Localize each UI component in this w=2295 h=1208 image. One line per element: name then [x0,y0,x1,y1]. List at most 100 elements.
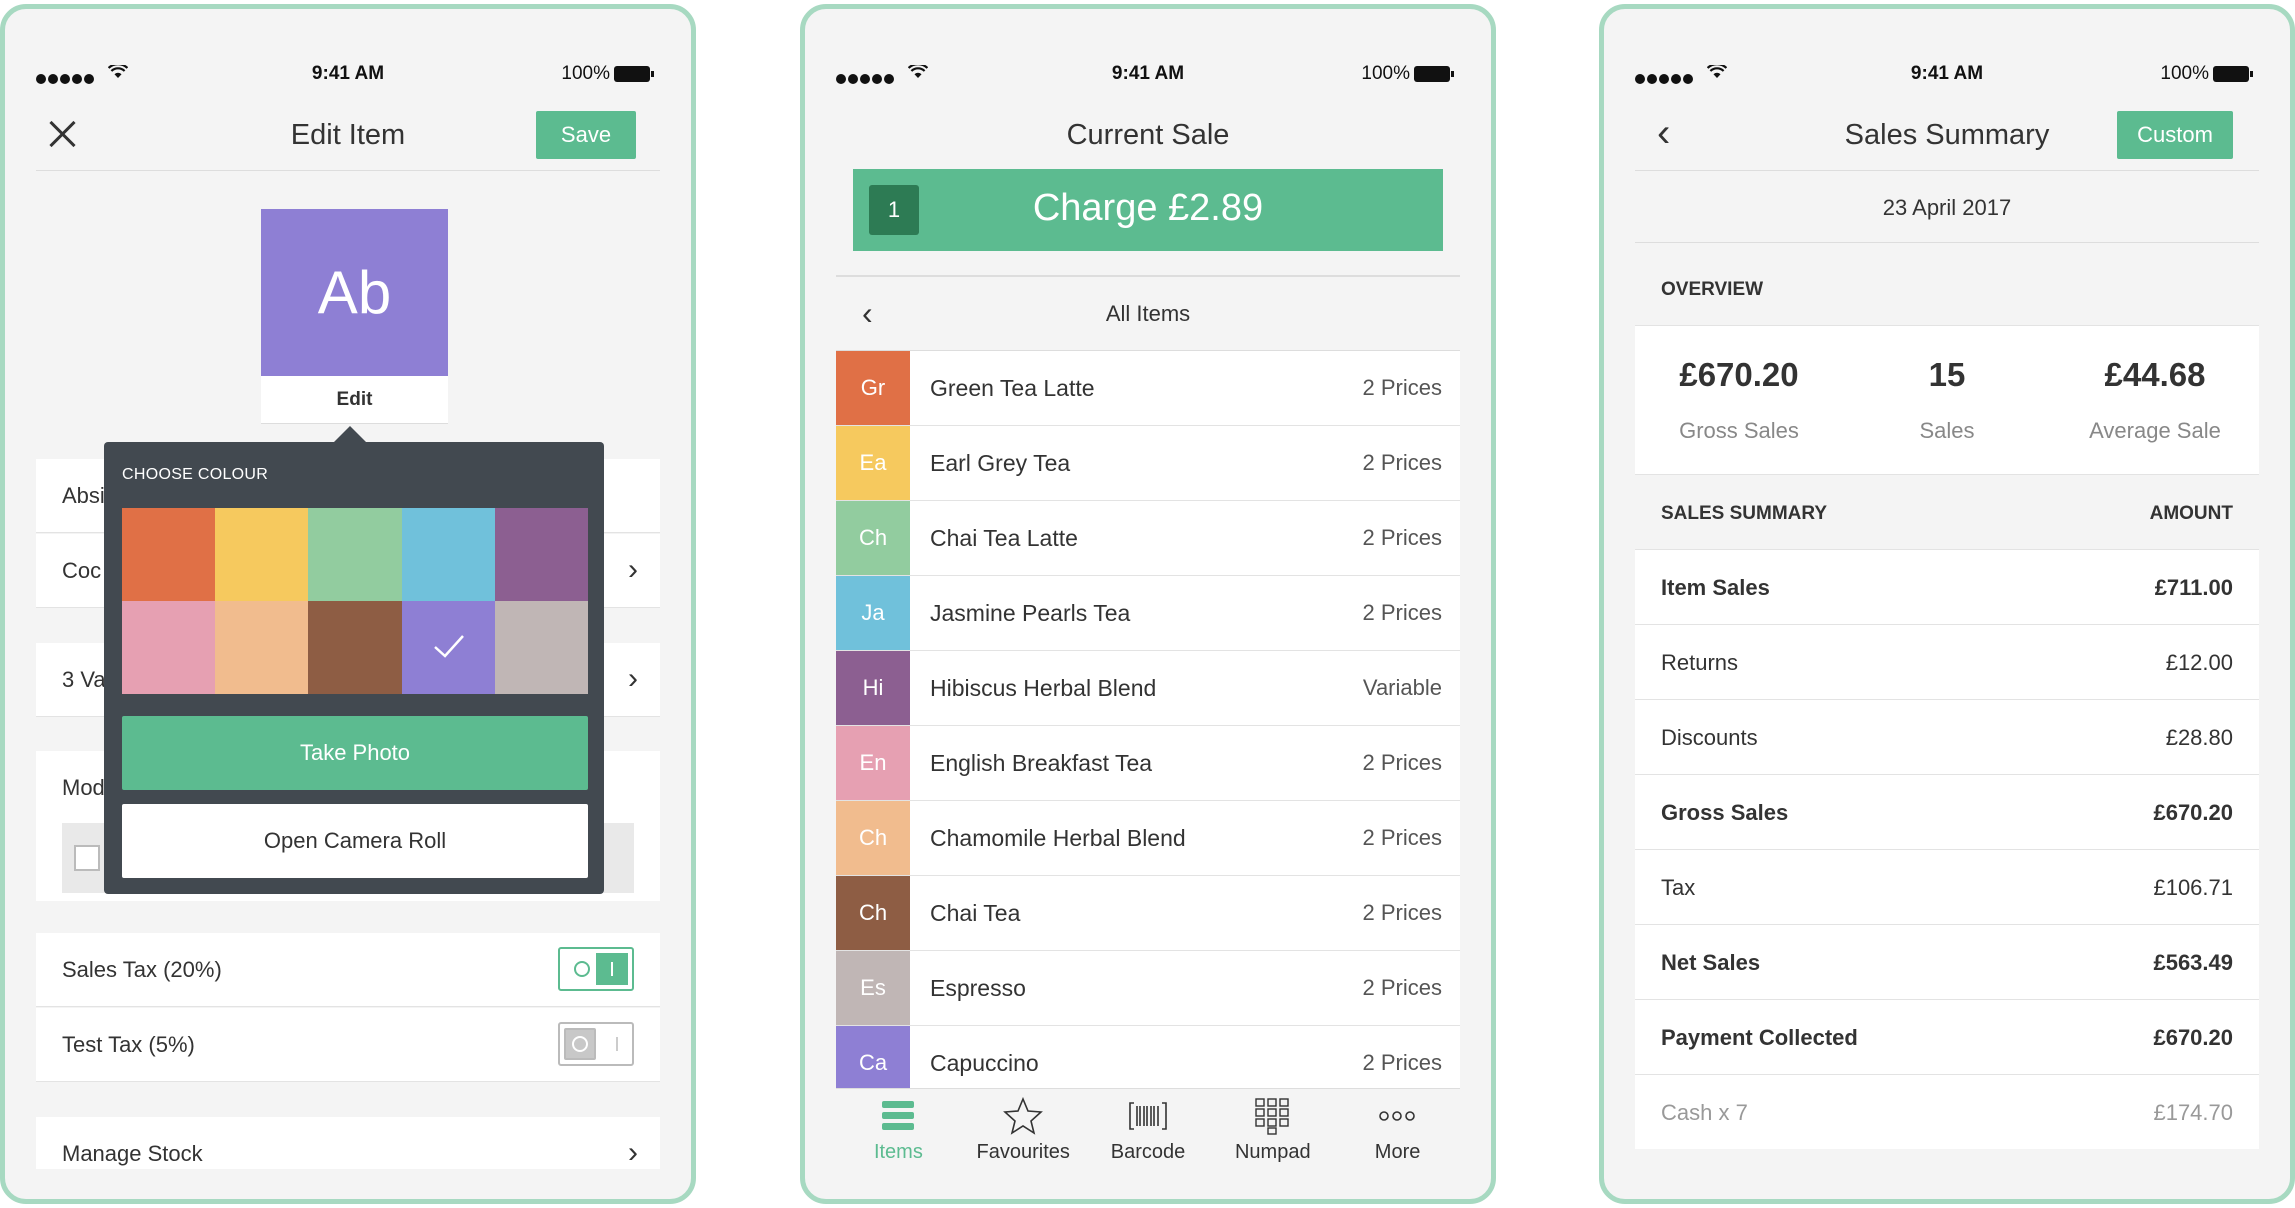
item-price: 2 Prices [1362,450,1442,475]
page-title: Current Sale [1066,119,1230,151]
colour-swatch[interactable] [401,601,495,694]
barcode-icon [1128,1097,1168,1135]
average-sale-stat: £44.68 Average Sale [2051,326,2259,476]
open-camera-roll-button[interactable]: Open Camera Roll [122,804,588,878]
colour-swatch[interactable] [215,508,309,601]
tab-favourites[interactable]: Favourites [961,1089,1086,1169]
test-tax-toggle[interactable] [558,1022,634,1066]
item-name: Chai Tea Latte [930,525,1078,551]
stat-label: Sales [1919,418,1975,443]
stat-value: £670.20 [1679,356,1799,393]
take-photo-button[interactable]: Take Photo [122,716,588,790]
overview-panel: £670.20 Gross Sales 15 Sales £44.68 Aver… [1635,325,2259,475]
items-list: Gr Green Tea Latte 2 Prices Ea Earl Grey Tea… [836,351,1460,1088]
sales-tax-toggle[interactable] [558,947,634,991]
status-bar: 9:41 AM 100% [836,61,1460,93]
table-row: Cash x 7 £174.70 [1635,1074,2259,1149]
items-stack-icon [878,1097,918,1135]
item-name: English Breakfast Tea [930,750,1153,776]
gross-sales-stat: £670.20 Gross Sales [1635,326,1843,476]
category-value: Coc [62,558,102,583]
colour-swatch[interactable] [122,601,216,694]
chevron-right-icon: › [628,553,638,586]
tab-label: Favourites [976,1141,1070,1163]
star-icon [1002,1096,1043,1135]
item-name: Chai Tea [930,900,1021,926]
summary-amount: £670.20 [2153,1025,2233,1050]
summary-amount: £12.00 [2165,650,2233,675]
colour-swatch[interactable] [122,508,216,601]
item-name: Hibiscus Herbal Blend [930,675,1157,701]
tab-more[interactable]: More [1335,1089,1460,1169]
item-name: Capuccino [930,1050,1039,1076]
current-sale-screen: 9:41 AM 100% Current Sale 1 Charge £2.89… [836,49,1460,1169]
item-price: 2 Prices [1362,600,1442,625]
phone-sales-summary: 9:41 AM 100% ‹ Sales Summary Custom 23 A… [1599,4,2295,1204]
tab-numpad[interactable]: Numpad [1210,1089,1335,1169]
colour-swatch[interactable] [215,601,309,694]
list-item[interactable]: Ea Earl Grey Tea 2 Prices [836,426,1460,501]
stat-value: £44.68 [2104,356,2206,393]
colour-swatch[interactable] [308,508,402,601]
list-item[interactable]: Ch Chai Tea Latte 2 Prices [836,501,1460,576]
item-image-tile[interactable]: Ab [261,209,448,376]
summary-amount: £174.70 [2153,1100,2233,1125]
item-price: 2 Prices [1362,825,1442,850]
item-abbr-tile: Ea [836,426,910,500]
colour-swatch[interactable] [401,508,495,601]
list-item[interactable]: Gr Green Tea Latte 2 Prices [836,351,1460,426]
tab-items[interactable]: Items [836,1089,961,1169]
edit-item-navbar: Edit Item Save [36,101,660,171]
tab-label: Barcode [1110,1141,1186,1163]
date-selector[interactable]: 23 April 2017 [1635,173,2259,243]
item-name: Green Tea Latte [930,375,1095,401]
list-item[interactable]: Hi Hibiscus Herbal Blend Variable [836,651,1460,726]
colour-swatch-grid [122,508,588,694]
popover-title: CHOOSE COLOUR [122,466,269,483]
summary-amount: £670.20 [2153,800,2233,825]
tab-label: Items [873,1141,923,1163]
list-item[interactable]: Es Espresso 2 Prices [836,951,1460,1026]
sales-tax-label: Sales Tax (20%) [62,957,222,982]
battery-percent: 100% [561,63,610,84]
table-row: Payment Collected £670.20 [1635,999,2259,1074]
manage-stock-row[interactable]: Manage Stock › [36,1117,660,1169]
table-row: Gross Sales £670.20 [1635,774,2259,849]
toggle-on-glyph-icon [616,1037,618,1051]
summary-label: Gross Sales [1661,800,1789,825]
list-item[interactable]: Ch Chamomile Herbal Blend 2 Prices [836,801,1460,876]
save-button[interactable]: Save [536,111,636,159]
charge-button[interactable]: 1 Charge £2.89 [853,169,1443,251]
edit-image-button[interactable]: Edit [261,376,448,424]
toggle-off-glyph-icon [574,961,590,977]
list-item[interactable]: Ca Capuccino 2 Prices [836,1026,1460,1088]
sales-count-stat: 15 Sales [1843,326,2051,476]
list-item[interactable]: Ja Jasmine Pearls Tea 2 Prices [836,576,1460,651]
custom-button[interactable]: Custom [2117,111,2233,159]
summary-heading: SALES SUMMARY [1661,503,1828,524]
chevron-right-icon: › [628,662,638,695]
list-item[interactable]: En English Breakfast Tea 2 Prices [836,726,1460,801]
colour-swatch[interactable] [494,508,588,601]
summary-label: Returns [1661,650,1739,675]
summary-amount: £106.71 [2153,875,2233,900]
list-item[interactable]: Ch Chai Tea 2 Prices [836,876,1460,951]
colour-swatch[interactable] [308,601,402,694]
manage-stock-label: Manage Stock [62,1141,203,1166]
item-abbr-tile: Hi [836,651,910,725]
colour-swatch[interactable] [494,601,588,694]
modifier-checkbox[interactable] [74,845,100,871]
summary-label: Cash x 7 [1661,1100,1748,1125]
choose-colour-popover: CHOOSE COLOUR Take Photo Open Camera Rol… [104,426,604,894]
toggle-on-glyph-icon [611,962,613,976]
item-abbr-tile: Gr [836,351,910,425]
tab-bar: Items Favourites Barcode Numpad More [836,1088,1460,1169]
stat-label: Gross Sales [1679,418,1799,443]
tab-barcode[interactable]: Barcode [1086,1089,1211,1169]
item-name: Espresso [930,975,1026,1001]
stat-label: Average Sale [2089,418,2221,443]
battery-percent: 100% [1361,63,1410,84]
variants-value: 3 Va [62,667,106,692]
status-bar: 9:41 AM 100% [1635,61,2259,93]
category-bar: ‹ All Items [836,275,1460,351]
